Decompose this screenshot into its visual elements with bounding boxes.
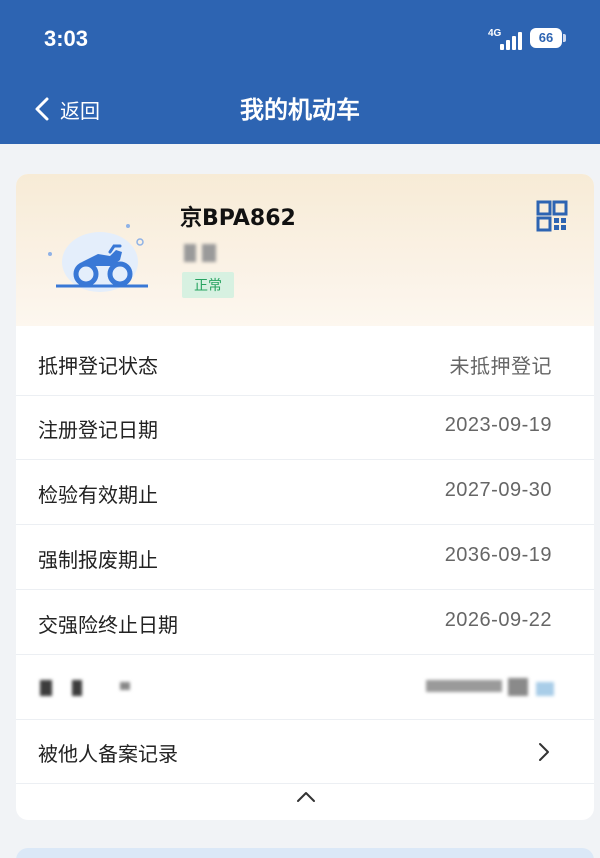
detail-value: 2036-09-19 [444, 544, 552, 566]
motorcycle-icon [48, 224, 148, 292]
detail-row-redacted [16, 656, 594, 720]
owner-name-redacted [180, 240, 236, 264]
detail-label: 抵押登记状态 [38, 354, 158, 378]
detail-row-insurance-expiry: 交强险终止日期 2026-09-22 [16, 591, 594, 655]
signal-icon: 4G [488, 28, 524, 50]
detail-label: 检验有效期止 [38, 483, 158, 507]
app-header: 3:03 4G 66 返回 我的机动车 [0, 0, 600, 144]
redacted-label-block [120, 682, 130, 690]
detail-value: 2026-09-22 [444, 609, 552, 631]
battery-icon: 66 [530, 28, 562, 48]
detail-value: 2023-09-19 [444, 414, 552, 436]
filing-record-label: 被他人备案记录 [38, 742, 178, 766]
redacted-label-block [72, 680, 82, 696]
detail-label: 强制报废期止 [38, 548, 158, 572]
page-title: 我的机动车 [240, 96, 360, 124]
redacted-label-block [40, 680, 52, 696]
detail-row-registration-date: 注册登记日期 2023-09-19 [16, 396, 594, 460]
status-time: 3:03 [44, 26, 89, 51]
detail-value: 未抵押登记 [449, 354, 552, 378]
license-plate: 京BPA862 [180, 206, 296, 231]
redacted-value-block [426, 680, 502, 692]
next-card-edge [16, 848, 594, 858]
chevron-up-icon[interactable] [296, 790, 316, 804]
redacted-value-block [508, 678, 528, 696]
detail-label: 交强险终止日期 [38, 613, 178, 637]
detail-row-scrap-deadline: 强制报废期止 2036-09-19 [16, 526, 594, 590]
status-badge: 正常 [182, 272, 234, 298]
redacted-value-block [536, 682, 554, 696]
qr-code-icon[interactable] [536, 200, 568, 232]
detail-value: 2027-09-30 [444, 479, 552, 501]
chevron-right-icon [539, 743, 549, 761]
detail-label: 注册登记日期 [38, 418, 158, 442]
battery-tip [563, 34, 566, 42]
vehicle-card-header: 京BPA862 正常 [16, 174, 594, 326]
detail-row-mortgage: 抵押登记状态 未抵押登记 [16, 332, 594, 396]
detail-row-inspection-expiry: 检验有效期止 2027-09-30 [16, 461, 594, 525]
vehicle-card: 京BPA862 正常 抵押登记状态 未抵押登记 注册登记日期 2023-09-1… [16, 174, 594, 820]
filing-record-row[interactable]: 被他人备案记录 [16, 720, 594, 784]
